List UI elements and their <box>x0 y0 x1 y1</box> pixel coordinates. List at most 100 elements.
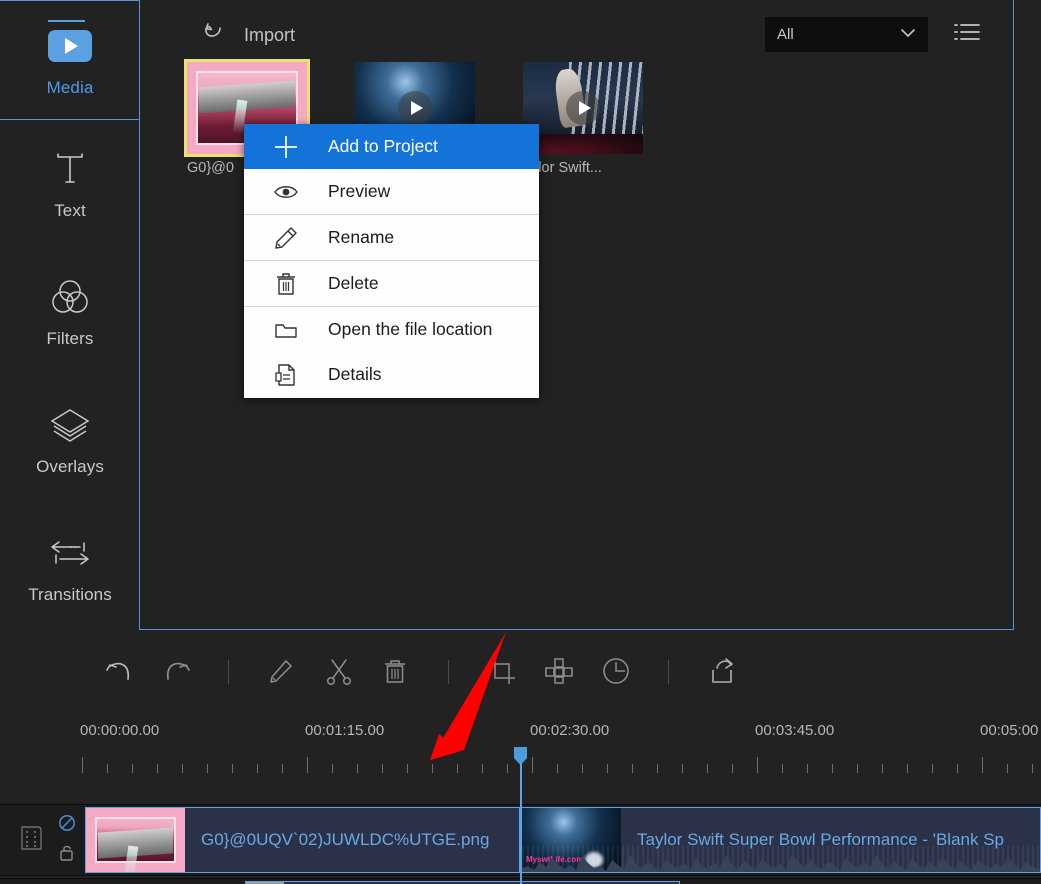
timeline-toolbar <box>0 632 1041 710</box>
ruler-label: 00:00:00.00 <box>80 722 160 739</box>
toolbar-divider-3 <box>668 660 669 684</box>
ruler-tick-minor <box>332 764 333 773</box>
eye-icon <box>244 182 328 202</box>
clip-name: G0}@0UQV`02)JUWLDC%UTGE.png <box>201 830 490 849</box>
ruler-tick-major <box>82 757 83 773</box>
sidebar-item-overlays[interactable]: Overlays <box>0 374 140 502</box>
track-header <box>0 805 82 875</box>
crop-icon <box>489 658 515 684</box>
context-menu: Add to Project Preview Rename Delete Ope… <box>244 124 539 398</box>
delete-button[interactable] <box>376 652 414 690</box>
ruler-tick-minor <box>932 764 933 773</box>
film-strip-icon <box>18 823 46 858</box>
ruler-tick-minor <box>207 764 208 773</box>
ruler-tick-minor <box>107 764 108 773</box>
timeline-panel: 00:00:00.00 00:01:15.00 00:02:30.00 00:0… <box>0 632 1041 884</box>
track-header <box>0 879 82 884</box>
sidebar-item-transitions[interactable]: Transitions <box>0 502 140 630</box>
context-menu-item-preview[interactable]: Preview <box>244 169 539 214</box>
ruler-tick-minor <box>182 764 183 773</box>
ruler-tick-minor <box>157 764 158 773</box>
play-icon <box>566 91 600 125</box>
ruler-tick-minor <box>132 764 133 773</box>
sidebar-item-label: Transitions <box>28 585 112 604</box>
context-menu-item-details[interactable]: Details <box>244 352 539 397</box>
context-menu-item-add-to-project[interactable]: Add to Project <box>244 124 539 169</box>
ruler-tick-minor <box>232 764 233 773</box>
timeline-ruler[interactable]: 00:00:00.00 00:01:15.00 00:02:30.00 00:0… <box>0 722 1041 800</box>
import-arrow-icon <box>200 20 226 51</box>
redo-arrow-icon <box>167 662 190 680</box>
sidebar-item-label: Media <box>46 78 94 97</box>
ruler-tick-minor <box>557 764 558 773</box>
context-menu-item-rename[interactable]: Rename <box>244 215 539 260</box>
media-thumbnail-image <box>523 62 643 154</box>
video-editor-window: Media Text Filters Overlays Transitions … <box>0 0 1041 884</box>
timeline-clip-1[interactable]: MyswtLife.com Taylor Swift Super Bowl Pe… <box>521 807 1041 873</box>
crop-button[interactable] <box>483 652 521 690</box>
media-play-icon <box>48 20 92 72</box>
sidebar-item-text[interactable]: Text <box>0 118 140 246</box>
media-thumbnail-caption: aylor Swift... <box>523 160 602 176</box>
mosaic-grid-icon <box>545 658 573 684</box>
disable-icon[interactable] <box>58 814 76 837</box>
timeline-clip-0[interactable]: G0}@0UQV`02)JUWLDC%UTGE.png <box>85 807 520 873</box>
ruler-tick-minor <box>382 764 383 773</box>
media-filter-select[interactable]: All <box>765 17 928 52</box>
ruler-tick-minor <box>357 764 358 773</box>
undo-button[interactable] <box>100 652 138 690</box>
edit-button[interactable] <box>262 652 300 690</box>
trash-icon <box>244 271 328 297</box>
ruler-tick-minor <box>857 764 858 773</box>
timeline-track-video-2[interactable]: Disco Light L... <box>0 878 1041 884</box>
ruler-tick-minor <box>582 764 583 773</box>
ruler-tick-minor <box>907 764 908 773</box>
ruler-tick-minor <box>832 764 833 773</box>
filters-circles-icon <box>47 271 93 323</box>
export-share-icon <box>712 658 733 683</box>
trash-icon <box>385 660 405 683</box>
speed-button[interactable] <box>597 652 635 690</box>
lock-icon[interactable] <box>58 843 76 867</box>
ruler-tick-minor <box>1032 764 1033 773</box>
sidebar-item-label: Text <box>54 201 86 220</box>
play-icon <box>398 91 432 125</box>
ruler-tick-minor <box>407 764 408 773</box>
import-button[interactable]: Import <box>200 20 295 51</box>
ruler-tick-minor <box>732 764 733 773</box>
list-view-icon[interactable] <box>952 20 982 46</box>
ruler-tick-minor <box>607 764 608 773</box>
mosaic-button[interactable] <box>540 652 578 690</box>
ruler-tick-major <box>307 757 308 773</box>
split-button[interactable] <box>320 652 358 690</box>
ruler-tick-minor <box>1007 764 1008 773</box>
context-menu-item-delete[interactable]: Delete <box>244 261 539 306</box>
sidebar-item-label: Filters <box>46 329 94 348</box>
toolbar-divider-2 <box>448 660 449 684</box>
timeline-track-video-1[interactable]: G0}@0UQV`02)JUWLDC%UTGE.png MyswtLife.co… <box>0 804 1041 876</box>
sidebar-item-media[interactable]: Media <box>0 0 141 120</box>
scissors-icon <box>326 659 352 686</box>
ruler-tick-minor <box>782 764 783 773</box>
overlays-diamond-icon <box>46 399 94 451</box>
ruler-tick-minor <box>682 764 683 773</box>
clip-thumbnail <box>86 808 185 872</box>
context-menu-item-label: Delete <box>328 273 379 293</box>
sidebar-item-filters[interactable]: Filters <box>0 246 140 374</box>
ruler-tick-major <box>532 757 533 773</box>
ruler-ticks <box>0 755 1041 773</box>
sidebar-item-label: Overlays <box>36 457 104 476</box>
pencil-icon <box>244 225 328 251</box>
media-thumbnail-2[interactable]: aylor Swift... <box>523 62 647 176</box>
audio-waveform <box>522 846 1040 872</box>
ruler-tick-minor <box>957 764 958 773</box>
export-button[interactable] <box>703 652 741 690</box>
context-menu-item-open-file-location[interactable]: Open the file location <box>244 307 539 352</box>
pencil-icon <box>270 660 292 683</box>
transitions-arrows-icon <box>44 527 96 579</box>
ruler-tick-minor <box>632 764 633 773</box>
media-filter-value: All <box>777 26 794 43</box>
redo-button[interactable] <box>158 652 196 690</box>
context-menu-item-label: Rename <box>328 227 395 247</box>
toolbar-divider-1 <box>228 660 229 684</box>
